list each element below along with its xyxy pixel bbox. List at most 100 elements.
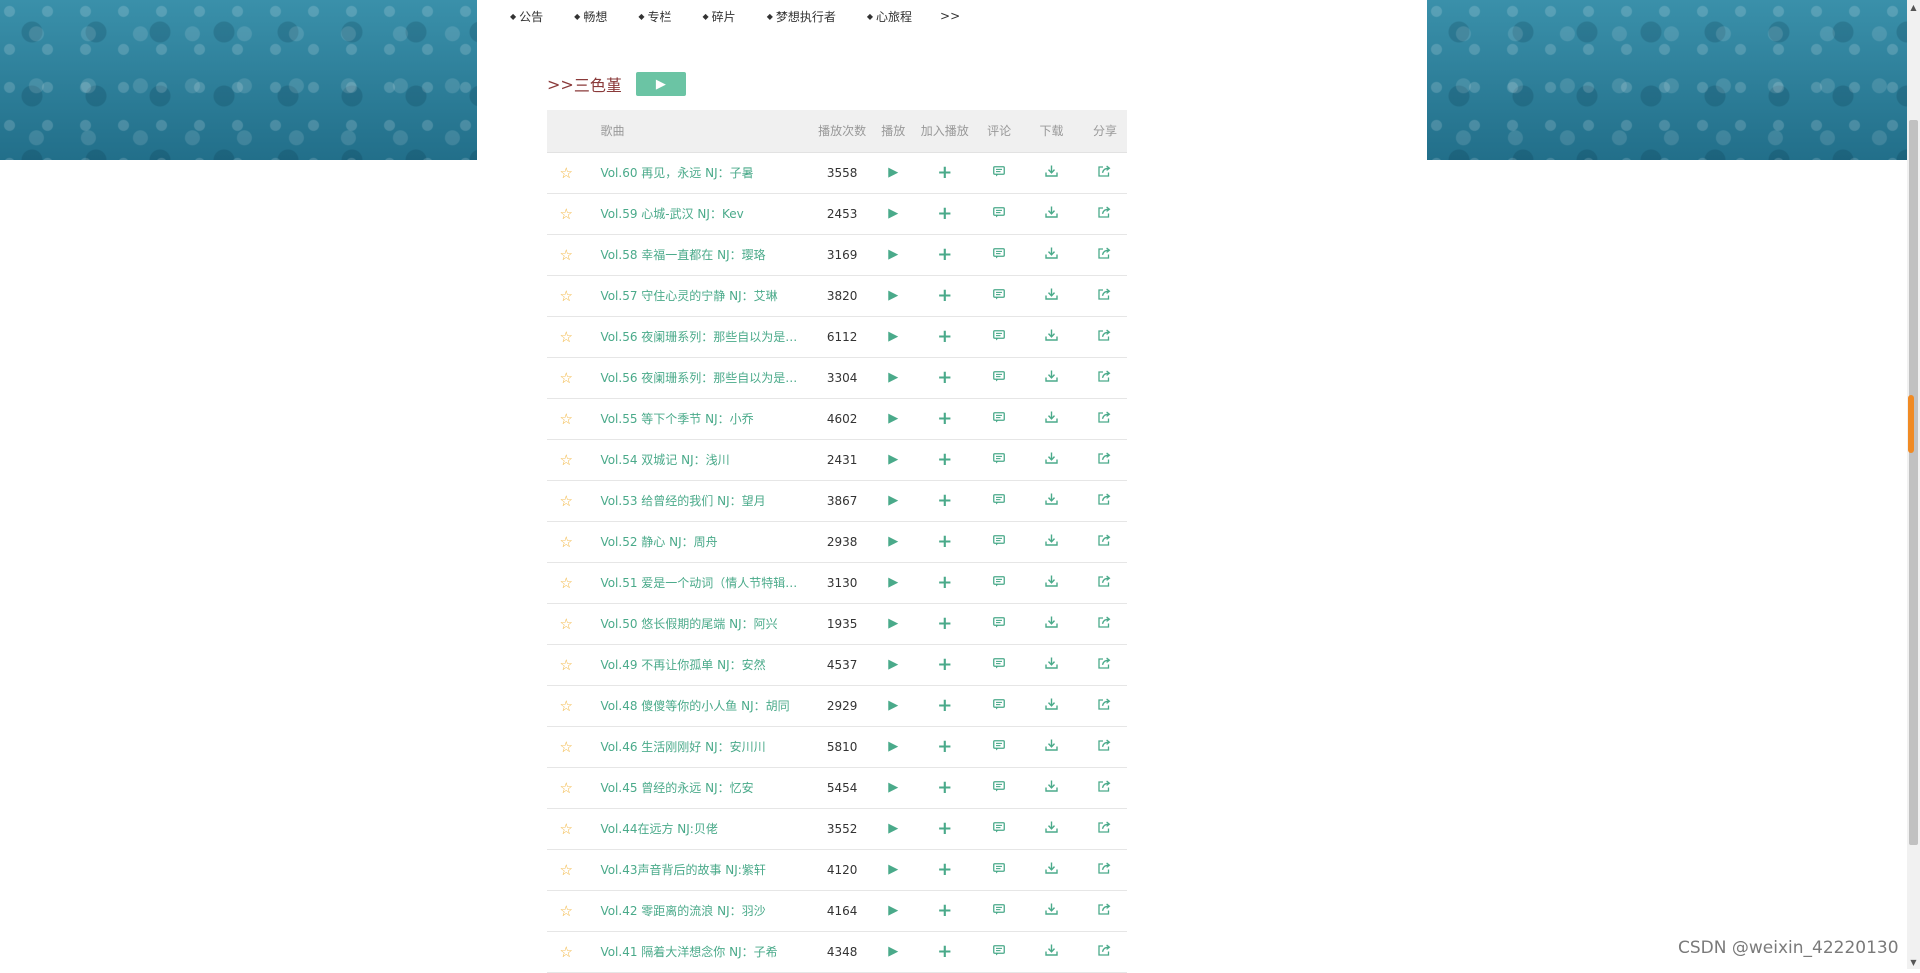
download-icon[interactable] (1045, 534, 1058, 549)
play-icon[interactable]: ▶ (888, 862, 898, 877)
plus-icon[interactable]: + (937, 572, 952, 593)
play-icon[interactable]: ▶ (888, 329, 898, 344)
play-icon[interactable]: ▶ (888, 370, 898, 385)
comment-icon[interactable] (993, 288, 1006, 303)
star-outline-icon[interactable]: ☆ (559, 410, 572, 428)
comment-icon[interactable] (993, 657, 1006, 672)
star-outline-icon[interactable]: ☆ (559, 492, 572, 510)
download-icon[interactable] (1045, 739, 1058, 754)
nav-item-column[interactable]: ◆ 专栏 (638, 8, 671, 25)
plus-icon[interactable]: + (937, 736, 952, 757)
star-outline-icon[interactable]: ☆ (559, 656, 572, 674)
plus-icon[interactable]: + (937, 941, 952, 962)
download-icon[interactable] (1045, 903, 1058, 918)
download-icon[interactable] (1045, 329, 1058, 344)
star-outline-icon[interactable]: ☆ (559, 246, 572, 264)
song-title-link[interactable]: Vol.41 隔着大洋想念你 NJ：子希 (600, 943, 805, 960)
share-icon[interactable] (1098, 739, 1111, 754)
play-icon[interactable]: ▶ (888, 903, 898, 918)
star-outline-icon[interactable]: ☆ (559, 287, 572, 305)
download-icon[interactable] (1045, 698, 1058, 713)
download-icon[interactable] (1045, 452, 1058, 467)
download-icon[interactable] (1045, 657, 1058, 672)
star-outline-icon[interactable]: ☆ (559, 861, 572, 879)
plus-icon[interactable]: + (937, 818, 952, 839)
play-all-button[interactable]: ▶ (635, 72, 686, 96)
download-icon[interactable] (1045, 370, 1058, 385)
share-icon[interactable] (1098, 821, 1111, 836)
plus-icon[interactable]: + (937, 695, 952, 716)
comment-icon[interactable] (993, 165, 1006, 180)
comment-icon[interactable] (993, 411, 1006, 426)
song-title-link[interactable]: Vol.44在远方 NJ:贝佬 (600, 820, 805, 837)
plus-icon[interactable]: + (937, 777, 952, 798)
share-icon[interactable] (1098, 411, 1111, 426)
song-title-link[interactable]: Vol.50 悠长假期的尾端 NJ：阿兴 (600, 615, 805, 632)
plus-icon[interactable]: + (937, 613, 952, 634)
star-outline-icon[interactable]: ☆ (559, 615, 572, 633)
comment-icon[interactable] (993, 370, 1006, 385)
comment-icon[interactable] (993, 247, 1006, 262)
play-icon[interactable]: ▶ (888, 165, 898, 180)
song-title-link[interactable]: Vol.59 心城-武汉 NJ：Kev (600, 205, 805, 222)
star-outline-icon[interactable]: ☆ (559, 574, 572, 592)
star-outline-icon[interactable]: ☆ (559, 328, 572, 346)
nav-item-ideas[interactable]: ◆ 畅想 (574, 8, 607, 25)
song-title-link[interactable]: Vol.46 生活刚刚好 NJ：安川川 (600, 738, 805, 755)
vertical-scrollbar[interactable]: ▲ ▼ (1907, 0, 1920, 969)
share-icon[interactable] (1098, 206, 1111, 221)
song-title-link[interactable]: Vol.55 等下个季节 NJ：小乔 (600, 410, 805, 427)
share-icon[interactable] (1098, 370, 1111, 385)
plus-icon[interactable]: + (937, 900, 952, 921)
comment-icon[interactable] (993, 862, 1006, 877)
scroll-down-arrow-icon[interactable]: ▼ (1907, 955, 1920, 969)
comment-icon[interactable] (993, 821, 1006, 836)
share-icon[interactable] (1098, 780, 1111, 795)
share-icon[interactable] (1098, 288, 1111, 303)
plus-icon[interactable]: + (937, 244, 952, 265)
download-icon[interactable] (1045, 206, 1058, 221)
share-icon[interactable] (1098, 165, 1111, 180)
play-icon[interactable]: ▶ (888, 616, 898, 631)
share-icon[interactable] (1098, 329, 1111, 344)
comment-icon[interactable] (993, 452, 1006, 467)
plus-icon[interactable]: + (937, 203, 952, 224)
comment-icon[interactable] (993, 329, 1006, 344)
plus-icon[interactable]: + (937, 531, 952, 552)
song-title-link[interactable]: Vol.60 再见，永远 NJ：子暑 (600, 164, 805, 181)
download-icon[interactable] (1045, 411, 1058, 426)
play-icon[interactable]: ▶ (888, 821, 898, 836)
download-icon[interactable] (1045, 247, 1058, 262)
download-icon[interactable] (1045, 821, 1058, 836)
song-title-link[interactable]: Vol.42 零距离的流浪 NJ：羽沙 (600, 902, 805, 919)
share-icon[interactable] (1098, 698, 1111, 713)
song-title-link[interactable]: Vol.54 双城记 NJ：浅川 (600, 451, 805, 468)
play-icon[interactable]: ▶ (888, 657, 898, 672)
comment-icon[interactable] (993, 739, 1006, 754)
play-icon[interactable]: ▶ (888, 411, 898, 426)
star-outline-icon[interactable]: ☆ (559, 697, 572, 715)
plus-icon[interactable]: + (937, 408, 952, 429)
nav-more-link[interactable]: >> (940, 9, 960, 23)
comment-icon[interactable] (993, 206, 1006, 221)
nav-item-fragments[interactable]: ◆ 碎片 (703, 8, 736, 25)
share-icon[interactable] (1098, 247, 1111, 262)
plus-icon[interactable]: + (937, 367, 952, 388)
play-icon[interactable]: ▶ (888, 247, 898, 262)
play-icon[interactable]: ▶ (888, 493, 898, 508)
download-icon[interactable] (1045, 780, 1058, 795)
comment-icon[interactable] (993, 575, 1006, 590)
nav-item-announcement[interactable]: ◆ 公告 (510, 8, 543, 25)
star-outline-icon[interactable]: ☆ (559, 738, 572, 756)
star-outline-icon[interactable]: ☆ (559, 369, 572, 387)
comment-icon[interactable] (993, 698, 1006, 713)
play-icon[interactable]: ▶ (888, 534, 898, 549)
share-icon[interactable] (1098, 575, 1111, 590)
share-icon[interactable] (1098, 493, 1111, 508)
download-icon[interactable] (1045, 165, 1058, 180)
download-icon[interactable] (1045, 493, 1058, 508)
nav-item-dream-executor[interactable]: ◆ 梦想执行者 (767, 8, 836, 25)
download-icon[interactable] (1045, 862, 1058, 877)
comment-icon[interactable] (993, 616, 1006, 631)
star-outline-icon[interactable]: ☆ (559, 205, 572, 223)
